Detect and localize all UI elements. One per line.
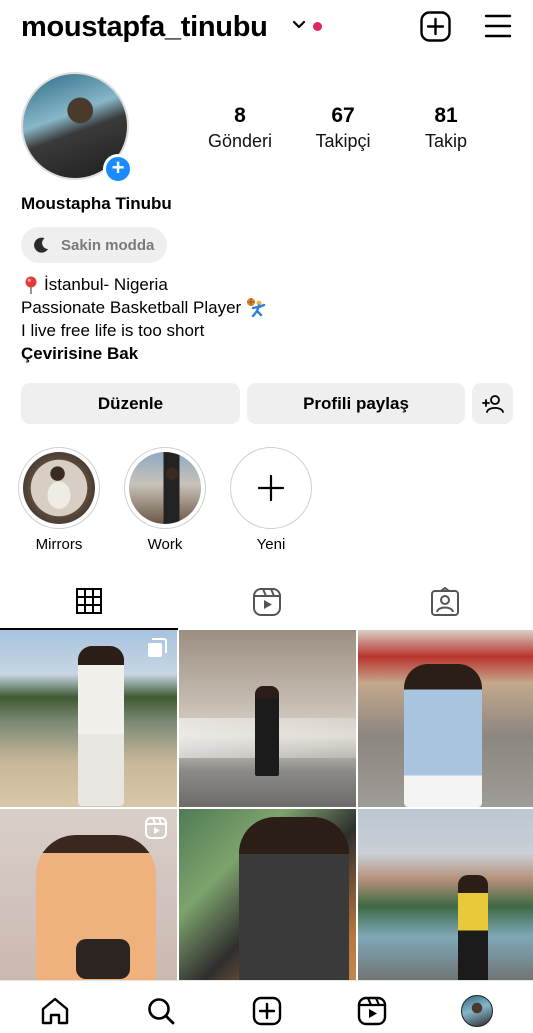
highlight-label: Yeni bbox=[256, 536, 286, 553]
bio: İstanbul- Nigeria Passionate Basketball … bbox=[21, 273, 268, 365]
highlight-mirrors[interactable]: Mirrors bbox=[18, 447, 100, 554]
post-thumbnail[interactable] bbox=[358, 809, 533, 986]
nav-reels[interactable] bbox=[356, 995, 388, 1027]
tab-posts[interactable] bbox=[0, 574, 178, 630]
see-translation-link[interactable]: Çevirisine Bak bbox=[21, 342, 138, 365]
full-name: Moustapha Tinubu bbox=[21, 194, 172, 213]
reels-icon bbox=[253, 588, 281, 616]
bottom-nav bbox=[0, 980, 533, 1033]
bio-location: İstanbul- Nigeria bbox=[44, 275, 168, 294]
home-icon bbox=[41, 997, 69, 1025]
following-count: 81 bbox=[434, 104, 458, 127]
carousel-icon bbox=[148, 638, 167, 657]
stat-following[interactable]: 81 Takip bbox=[391, 103, 501, 153]
location-pin-icon bbox=[25, 276, 37, 294]
profile-avatar-icon bbox=[461, 995, 493, 1027]
basketball-player-icon bbox=[247, 297, 266, 317]
following-label: Takip bbox=[424, 131, 468, 151]
post-thumbnail[interactable] bbox=[179, 809, 356, 986]
add-story-icon[interactable]: + bbox=[103, 154, 133, 184]
highlight-cover bbox=[23, 452, 95, 524]
highlight-ring bbox=[18, 447, 100, 529]
create-icon bbox=[252, 996, 282, 1026]
nav-profile[interactable] bbox=[461, 995, 493, 1027]
new-highlight-ring bbox=[230, 447, 312, 529]
discover-people-button[interactable] bbox=[472, 383, 513, 424]
share-profile-button[interactable]: Profili paylaş bbox=[247, 383, 465, 424]
top-bar: moustapfa_tinubu bbox=[0, 0, 533, 56]
post-thumbnail[interactable] bbox=[358, 630, 533, 807]
post-thumbnail[interactable] bbox=[0, 809, 177, 986]
highlight-label: Mirrors bbox=[35, 536, 83, 553]
grid-icon bbox=[76, 588, 102, 614]
stat-followers[interactable]: 67 Takipçi bbox=[288, 103, 398, 153]
followers-label: Takipçi bbox=[315, 131, 371, 151]
profile-avatar[interactable]: + bbox=[21, 72, 133, 184]
create-post-icon[interactable] bbox=[420, 11, 451, 42]
posts-label: Gönderi bbox=[207, 131, 273, 151]
username[interactable]: moustapfa_tinubu bbox=[21, 10, 268, 44]
bio-line-3: I live free life is too short bbox=[21, 321, 205, 340]
reels-icon bbox=[357, 996, 387, 1026]
notification-dot bbox=[313, 22, 322, 31]
followers-count: 67 bbox=[331, 104, 355, 127]
highlight-work[interactable]: Work bbox=[124, 447, 206, 554]
post-thumbnail[interactable] bbox=[179, 630, 356, 807]
profile-tabs bbox=[0, 574, 533, 630]
highlight-new[interactable]: Yeni bbox=[230, 447, 312, 554]
nav-home[interactable] bbox=[39, 995, 71, 1027]
highlight-label: Work bbox=[147, 536, 183, 553]
add-person-icon bbox=[481, 394, 504, 413]
reel-badge-icon bbox=[145, 817, 167, 839]
nav-search[interactable] bbox=[145, 995, 177, 1027]
posts-count: 8 bbox=[234, 104, 246, 127]
quiet-mode-label: Sakin modda bbox=[61, 236, 155, 254]
highlight-cover bbox=[129, 452, 201, 524]
moon-icon bbox=[34, 237, 48, 253]
search-icon bbox=[148, 998, 175, 1025]
menu-icon[interactable] bbox=[484, 13, 512, 39]
tab-tagged[interactable] bbox=[356, 574, 533, 630]
plus-icon bbox=[257, 474, 285, 502]
highlight-ring bbox=[124, 447, 206, 529]
bio-line-2: Passionate Basketball Player bbox=[21, 298, 242, 317]
edit-profile-button[interactable]: Düzenle bbox=[21, 383, 240, 424]
tagged-icon bbox=[431, 587, 459, 616]
quiet-mode-badge[interactable]: Sakin modda bbox=[21, 227, 168, 263]
tab-reels[interactable] bbox=[178, 574, 356, 630]
stat-posts[interactable]: 8 Gönderi bbox=[185, 103, 295, 153]
chevron-down-icon[interactable] bbox=[292, 20, 306, 30]
post-thumbnail[interactable] bbox=[0, 630, 177, 807]
nav-create[interactable] bbox=[251, 995, 283, 1027]
